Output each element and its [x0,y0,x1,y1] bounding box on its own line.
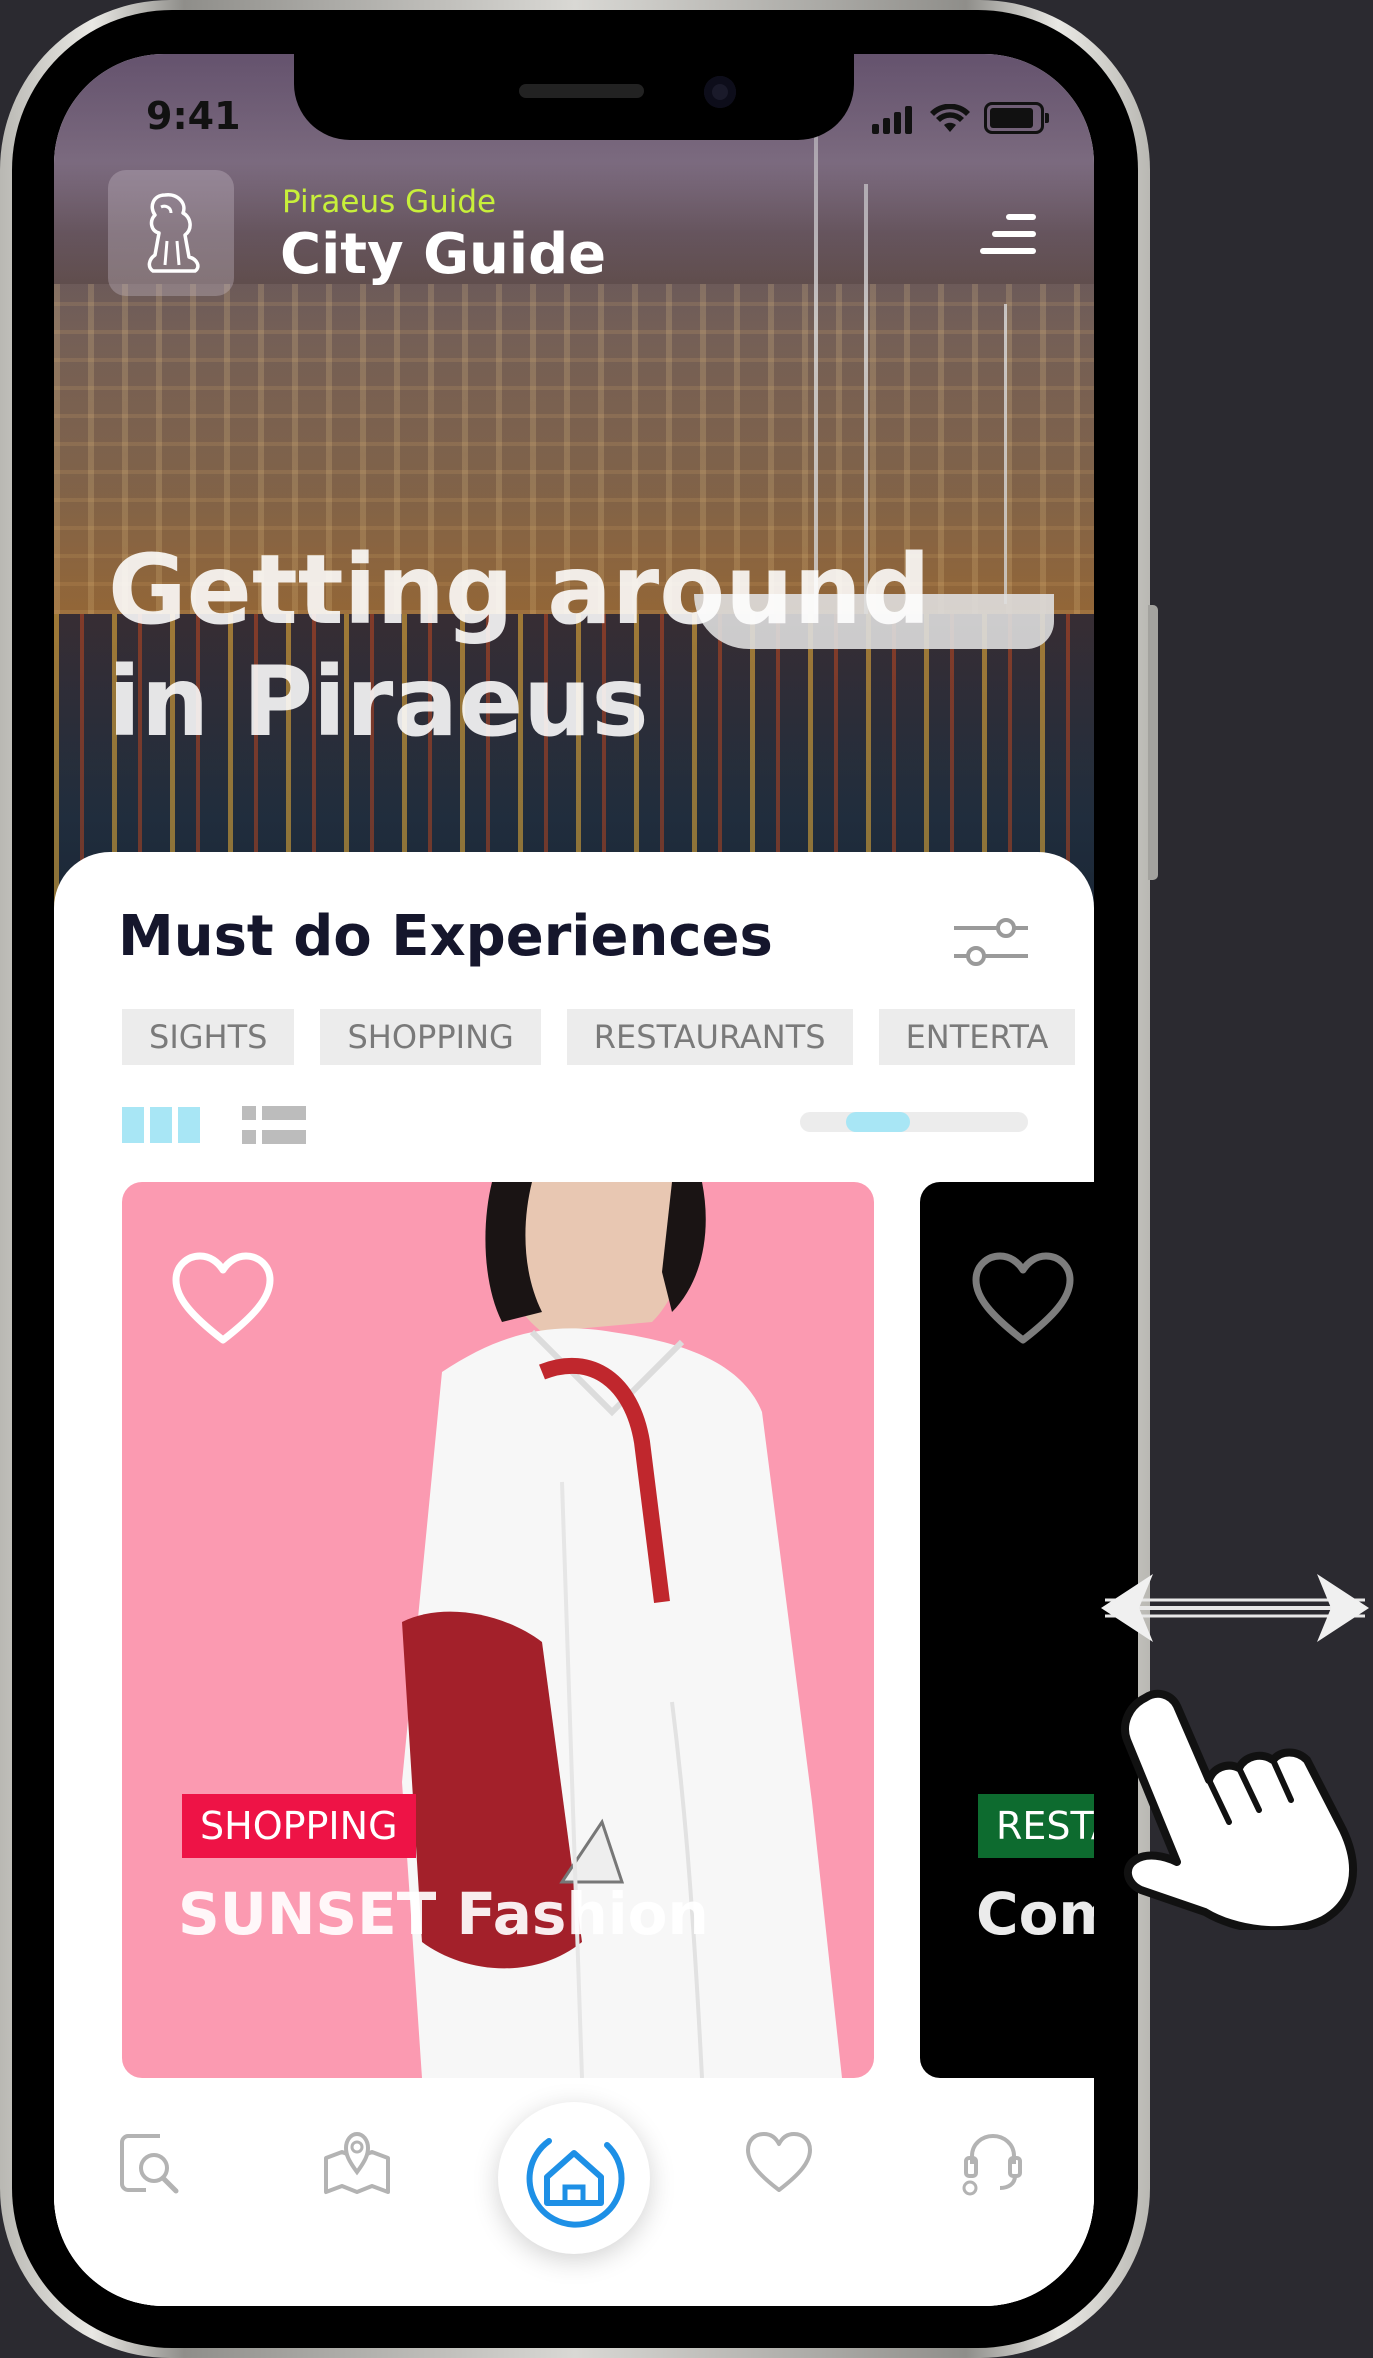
battery-icon [984,102,1049,134]
speaker-grille [519,84,644,98]
map-icon[interactable] [322,2128,392,2198]
view-toggle [122,1106,306,1144]
card-category-badge: SHOPPING [182,1794,416,1858]
home-button[interactable] [498,2102,650,2254]
experience-card[interactable]: SHOPPING SUNSET Fashion [122,1182,874,2078]
app-screen: 9:41 Piraeus Guide City Guide Getting ar… [54,54,1094,2306]
hamburger-menu-icon[interactable] [976,204,1036,264]
card-title: Com [976,1880,1094,1948]
phone-frame: 9:41 Piraeus Guide City Guide Getting ar… [0,0,1158,2358]
bottom-tab-bar [54,2084,1094,2306]
card-category-badge: RESTA [978,1794,1094,1858]
swipe-hand-icon [1121,1689,1358,1930]
content-sheet: Must do Experiences SIGHTS SHOPPING REST… [54,852,1094,2306]
hero-image: 9:41 Piraeus Guide City Guide Getting ar… [54,54,1094,954]
cellular-signal-icon [872,106,916,134]
favorite-heart-icon[interactable] [172,1252,274,1348]
search-icon[interactable] [116,2128,186,2198]
hero-title-line-1: Getting around [108,534,931,646]
brand-subtitle: Piraeus Guide [282,184,497,220]
status-time: 9:41 [146,94,241,138]
tab-restaurants[interactable]: RESTAURANTS [566,1009,853,1065]
sliders-icon[interactable] [952,912,1030,972]
lion-icon [147,193,200,273]
tab-sights[interactable]: SIGHTS [122,1009,295,1065]
app-logo[interactable] [108,170,234,296]
notch [294,54,854,140]
list-view-icon[interactable] [242,1106,306,1144]
side-button [1148,605,1158,880]
favorite-heart-icon[interactable] [972,1252,1074,1348]
home-icon [526,2138,625,2228]
heart-icon[interactable] [744,2128,814,2198]
grid-view-icon[interactable] [122,1107,200,1143]
hero-title: Getting around in Piraeus [108,534,931,758]
tab-entertainment[interactable]: ENTERTA [878,1009,1076,1065]
experience-card[interactable]: RESTA Com [920,1182,1094,2078]
support-icon[interactable] [958,2128,1028,2198]
swipe-arrow-icon [1101,1574,1369,1642]
wifi-icon [930,104,970,132]
card-title: SUNSET Fashion [178,1880,709,1948]
brand-title: City Guide [280,222,607,287]
carousel-scroll-thumb[interactable] [846,1112,910,1132]
carousel-scrollbar[interactable] [800,1112,1028,1132]
hero-title-line-2: in Piraeus [108,646,649,758]
category-tabs: SIGHTS SHOPPING RESTAURANTS ENTERTA [122,1009,1094,1065]
tab-shopping[interactable]: SHOPPING [320,1009,541,1065]
section-title: Must do Experiences [118,904,773,969]
front-camera [704,76,736,108]
status-icons [872,102,1049,134]
